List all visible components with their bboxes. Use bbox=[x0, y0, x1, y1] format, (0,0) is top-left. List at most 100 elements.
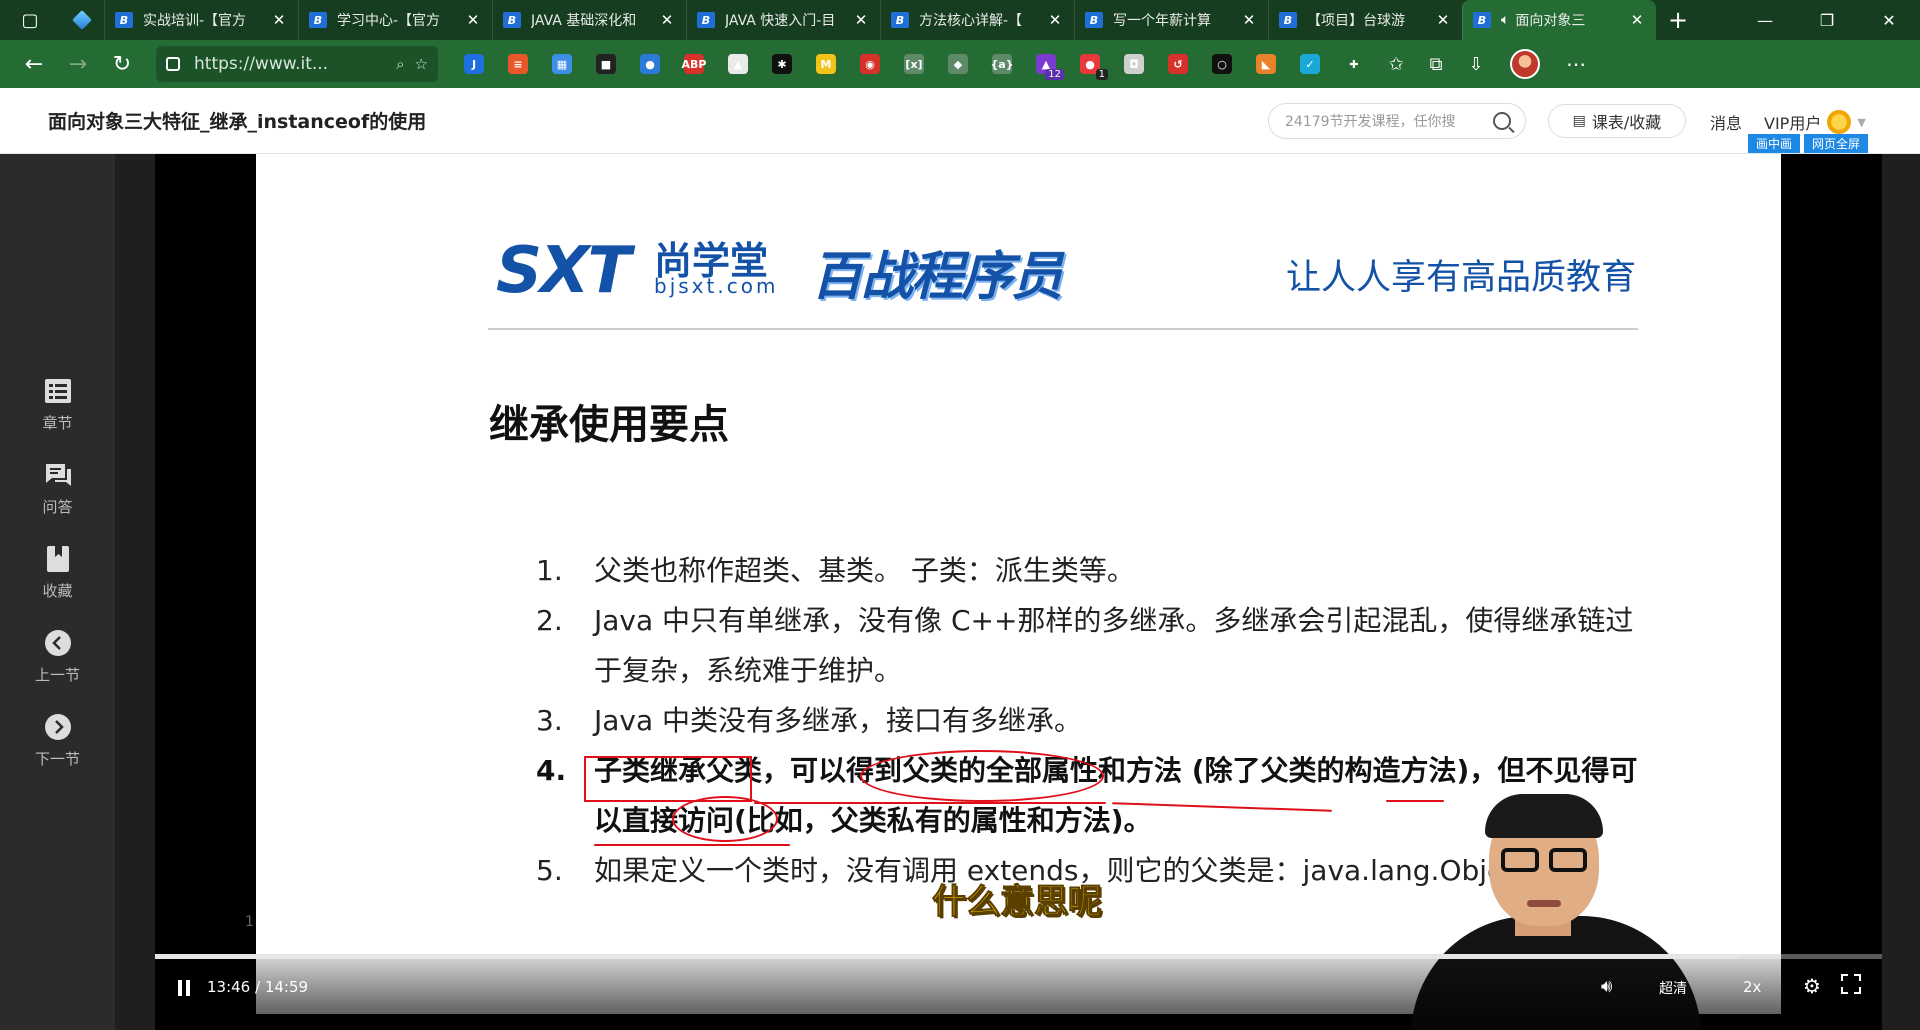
slide-slogan: 让人人享有高品质教育 bbox=[1286, 258, 1637, 298]
messages-link[interactable]: 消息 bbox=[1710, 110, 1742, 134]
ext-asterisk-icon[interactable]: ✱ bbox=[760, 48, 804, 80]
extension-glyph: ◉ bbox=[860, 54, 880, 74]
close-tab-icon[interactable]: ✕ bbox=[270, 11, 288, 29]
audio-playing-icon[interactable]: 🔈︎ bbox=[1501, 12, 1509, 28]
browser-tab[interactable]: B 学习中心-【官方 ✕ bbox=[298, 0, 492, 40]
forward-button[interactable]: → bbox=[56, 42, 100, 86]
tab-title: 面向对象三 bbox=[1515, 13, 1586, 29]
calendar-icon: ▤ bbox=[1572, 113, 1586, 129]
ext-fox-icon[interactable]: ◣ bbox=[1244, 48, 1288, 80]
ext-ring-icon[interactable]: ○ bbox=[1200, 48, 1244, 80]
ext-refresh-icon[interactable]: ↺ bbox=[1156, 48, 1200, 80]
minimize-button[interactable]: — bbox=[1734, 0, 1796, 40]
new-tab-button[interactable]: + bbox=[1656, 0, 1700, 40]
ext-notes-icon[interactable]: ≡ bbox=[496, 48, 540, 80]
rail-bookmarks[interactable]: 收藏 bbox=[0, 544, 115, 601]
ext-puzzle-icon[interactable]: ✚ bbox=[1332, 48, 1376, 80]
back-button[interactable]: ← bbox=[12, 42, 56, 86]
ext-pin-icon[interactable]: ● bbox=[628, 48, 672, 80]
rail-chapters[interactable]: 章节 bbox=[0, 376, 115, 433]
ext-hat-icon[interactable]: ▲ 12 bbox=[1024, 48, 1068, 80]
favorite-star-icon[interactable]: ☆ bbox=[415, 55, 428, 73]
logo-sxt: SXT bbox=[496, 234, 631, 308]
pinned-tab[interactable] bbox=[60, 0, 104, 40]
browser-tab[interactable]: B JAVA 基础深化和 ✕ bbox=[492, 0, 686, 40]
browser-tab[interactable]: B JAVA 快速入门-目 ✕ bbox=[686, 0, 880, 40]
ext-diamond-icon[interactable]: ◆ bbox=[936, 48, 980, 80]
point-text: 父类也称作超类、基类。 子类：派生类等。 bbox=[594, 554, 1135, 587]
profile-avatar[interactable] bbox=[1510, 49, 1540, 79]
pause-icon[interactable] bbox=[177, 980, 191, 996]
ext-mountain-icon[interactable]: ▲ bbox=[716, 48, 760, 80]
glasses-lens bbox=[1501, 848, 1539, 872]
favorites-icon[interactable]: ✩ bbox=[1376, 42, 1416, 86]
annotation-underline bbox=[594, 844, 790, 846]
speed-button[interactable]: 2x bbox=[1743, 978, 1761, 996]
address-bar[interactable]: https://www.it... ⌕ ☆ bbox=[156, 46, 438, 82]
zoom-icon[interactable]: ⌕ bbox=[396, 55, 404, 73]
ext-brace-icon[interactable]: {a} bbox=[980, 48, 1024, 80]
bookmark-icon bbox=[43, 544, 73, 574]
quality-button[interactable]: 超清 bbox=[1659, 978, 1687, 998]
more-menu-icon[interactable]: ⋯ bbox=[1554, 42, 1598, 86]
close-tab-icon[interactable]: ✕ bbox=[1628, 11, 1646, 29]
ext-shield-icon[interactable]: ◉ bbox=[848, 48, 892, 80]
search-icon[interactable] bbox=[1493, 112, 1511, 130]
pip-button[interactable]: 画中画 bbox=[1748, 134, 1801, 153]
close-tab-icon[interactable]: ✕ bbox=[1046, 11, 1064, 29]
point-number: 2. bbox=[536, 604, 563, 637]
ext-camera-icon[interactable]: ◘ bbox=[1112, 48, 1156, 80]
ext-abp-icon[interactable]: ABP bbox=[672, 48, 716, 80]
ext-bracket-icon[interactable]: [x] bbox=[892, 48, 936, 80]
point-number: 1. bbox=[536, 554, 563, 587]
close-tab-icon[interactable]: ✕ bbox=[1434, 11, 1452, 29]
gear-icon[interactable]: ⚙ bbox=[1803, 974, 1821, 998]
browser-tab[interactable]: B 写一个年薪计算 ✕ bbox=[1074, 0, 1268, 40]
site-favicon-icon: B bbox=[697, 12, 715, 28]
player-mode-tags: 画中画 网页全屏 bbox=[1748, 134, 1869, 153]
close-tab-icon[interactable]: ✕ bbox=[658, 11, 676, 29]
page-fullscreen-button[interactable]: 网页全屏 bbox=[1804, 134, 1869, 153]
rail-label: 上一节 bbox=[34, 666, 80, 684]
browser-tab[interactable]: B 方法核心详解-【 ✕ bbox=[880, 0, 1074, 40]
video-subtitle: 什么意思呢 bbox=[932, 882, 1103, 923]
lock-icon bbox=[166, 57, 180, 71]
extension-glyph: ▲ bbox=[728, 54, 748, 74]
fullscreen-icon[interactable] bbox=[1841, 974, 1861, 994]
point-number: 5. bbox=[536, 854, 563, 887]
browser-tab[interactable]: B 实战培训-【官方 ✕ bbox=[104, 0, 298, 40]
side-rail: 章节 问答 收藏 上一节 下一节 bbox=[0, 154, 115, 1030]
progress-bar[interactable] bbox=[155, 954, 1882, 959]
volume-icon[interactable]: 🔊︎ bbox=[1601, 976, 1612, 997]
rail-prev-section[interactable]: 上一节 bbox=[0, 628, 115, 685]
rail-next-section[interactable]: 下一节 bbox=[0, 712, 115, 769]
rail-label: 问答 bbox=[42, 498, 73, 516]
browser-tab[interactable]: B 【项目】台球游 ✕ bbox=[1268, 0, 1462, 40]
ext-dice-icon[interactable]: ● 1 bbox=[1068, 48, 1112, 80]
reload-button[interactable]: ↻ bbox=[100, 42, 144, 86]
tab-active[interactable]: B 🔈︎ 面向对象三 ✕ bbox=[1462, 0, 1656, 40]
close-tab-icon[interactable]: ✕ bbox=[464, 11, 482, 29]
window-menu-icon[interactable]: ▢ bbox=[0, 0, 60, 40]
extension-glyph: ✱ bbox=[772, 54, 792, 74]
annotation-oval bbox=[860, 750, 1104, 802]
download-icon[interactable]: ⇩ bbox=[1456, 42, 1496, 86]
ext-m-icon[interactable]: M bbox=[804, 48, 848, 80]
vip-user-menu[interactable]: VIP用户 ▼ bbox=[1764, 110, 1866, 134]
tab-title: JAVA 基础深化和 bbox=[531, 13, 637, 29]
rail-qa[interactable]: 问答 bbox=[0, 460, 115, 517]
video-player[interactable]: SXT 尚学堂 bjsxt.com 百战程序员 让人人享有高品质教育 继承使用要… bbox=[155, 154, 1882, 1030]
ext-save-icon[interactable]: ■ bbox=[584, 48, 628, 80]
collections-icon[interactable]: ⧉ bbox=[1416, 42, 1456, 86]
close-tab-icon[interactable]: ✕ bbox=[1240, 11, 1258, 29]
schedule-favorites-button[interactable]: ▤ 课表/收藏 bbox=[1548, 104, 1686, 138]
tab-title: 【项目】台球游 bbox=[1307, 13, 1405, 29]
ext-check-shield-icon[interactable]: ✓ bbox=[1288, 48, 1332, 80]
course-search[interactable]: 24179节开发课程，任你搜 bbox=[1268, 103, 1526, 139]
logo-url: bjsxt.com bbox=[654, 274, 779, 298]
close-window-button[interactable]: ✕ bbox=[1858, 0, 1920, 40]
restore-button[interactable]: ❐ bbox=[1796, 0, 1858, 40]
ext-j-icon[interactable]: J bbox=[452, 48, 496, 80]
ext-grid-icon[interactable]: ▦ bbox=[540, 48, 584, 80]
close-tab-icon[interactable]: ✕ bbox=[852, 11, 870, 29]
